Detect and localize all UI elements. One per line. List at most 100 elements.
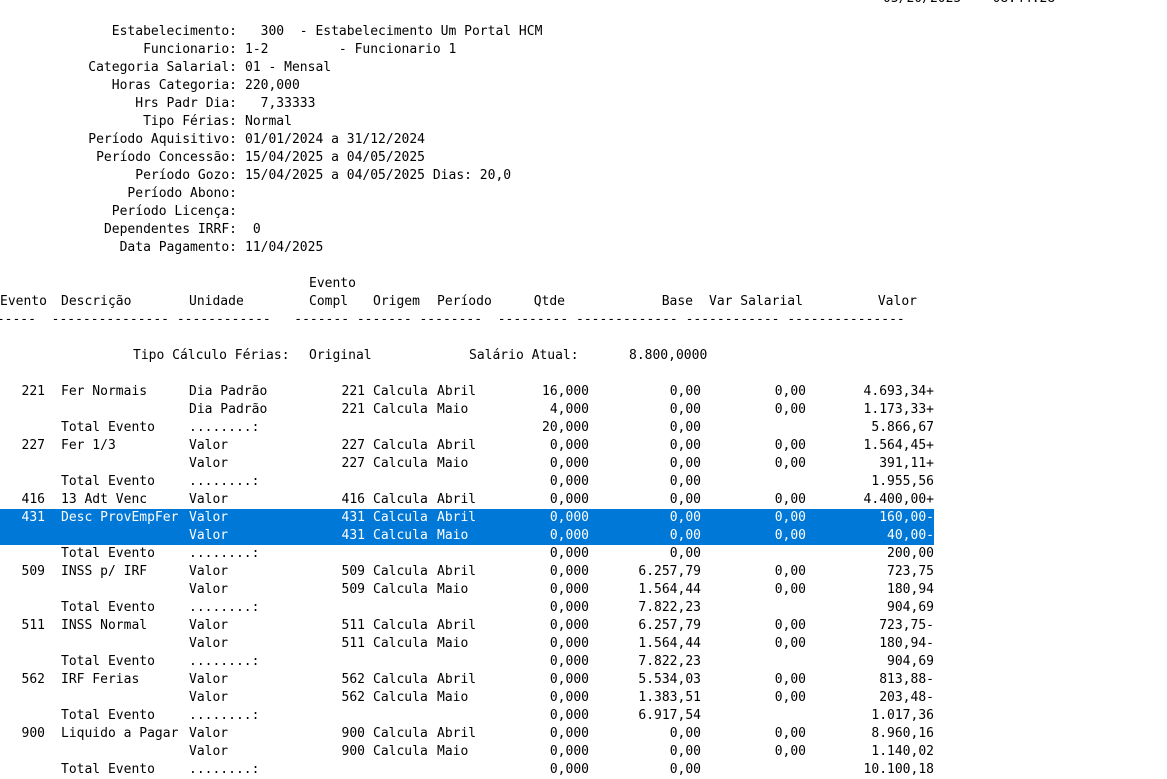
cell-base: 0,00 — [669, 474, 701, 489]
cell-unidade: Valor — [189, 636, 229, 651]
table-row[interactable]: Total Evento........: 0,000 0,00 200,00 — [0, 545, 934, 563]
table-row[interactable]: Total Evento........: 0,000 7.822,23 904,69 — [0, 653, 934, 671]
table-row[interactable]: Valor 227 Calcula Maio 0,000 0,00 0,00 391,11+ — [0, 455, 934, 473]
cell-qtde: 0,000 — [549, 492, 589, 507]
cell-qtde: 0,000 — [549, 636, 589, 651]
cell-qtde: 0,000 — [549, 582, 589, 597]
table-row[interactable]: 562 IRF Ferias Valor 562 Calcula Abril 0,000 5.… — [0, 671, 934, 689]
cell-unidade: ........: — [189, 762, 260, 777]
header-label: Período Licença: — [111, 204, 237, 219]
cell-descricao: Total Evento — [61, 420, 155, 435]
cell-qtde: 0,000 — [549, 726, 589, 741]
table-row[interactable]: Total Evento........: 20,000 0,00 5.866,67 — [0, 419, 934, 437]
cell-var-salarial: 0,00 — [774, 618, 806, 633]
table-row[interactable]: 511 INSS Normal Valor 511 Calcula Abril 0,000 6… — [0, 617, 934, 635]
cell-descricao: INSS p/ IRF — [61, 564, 148, 579]
cell-descricao: Total Evento — [61, 762, 155, 777]
cell-periodo: Maio — [437, 636, 469, 651]
table-row[interactable]: Total Evento........: 0,000 6.917,54 1.017,… — [0, 707, 934, 725]
col-valor: Valor — [877, 294, 917, 309]
cell-evento-compl: 221 — [341, 402, 365, 417]
cell-qtde: 0,000 — [549, 708, 589, 723]
header-value: 01 - Mensal — [245, 60, 332, 75]
cell-qtde: 0,000 — [549, 456, 589, 471]
cell-valor: 4.693,34+ — [863, 384, 934, 399]
table-row[interactable]: Valor 562 Calcula Maio 0,000 1.383,51 0,00 203,… — [0, 689, 934, 707]
cell-base: 0,00 — [669, 744, 701, 759]
tipo-calculo-label: Tipo Cálculo Férias: — [133, 348, 290, 363]
table-row[interactable]: 900 Liquido a Pagar Valor 900 Calcula Abril 0,… — [0, 725, 934, 743]
cell-unidade: Valor — [189, 690, 229, 705]
cell-origem: Calcula — [373, 672, 428, 687]
cell-qtde: 0,000 — [549, 672, 589, 687]
cell-unidade: Valor — [189, 456, 229, 471]
cell-base: 1.383,51 — [638, 690, 701, 705]
cell-descricao: Total Evento — [61, 654, 155, 669]
cell-unidade: Valor — [189, 528, 229, 543]
cell-var-salarial: 0,00 — [774, 438, 806, 453]
cell-var-salarial: 0,00 — [774, 636, 806, 651]
cell-unidade: Valor — [189, 438, 229, 453]
cell-var-salarial: 0,00 — [774, 582, 806, 597]
table-row[interactable]: 416 13 Adt Venc Valor 416 Calcula Abril 0,000 0… — [0, 491, 934, 509]
cell-valor: 160,00- — [879, 510, 934, 525]
cell-periodo: Abril — [437, 618, 477, 633]
cell-base: 1.564,44 — [638, 582, 701, 597]
table-row[interactable]: Valor 511 Calcula Maio 0,000 1.564,44 0,00 180,… — [0, 635, 934, 653]
cell-var-salarial: 0,00 — [774, 744, 806, 759]
table-row[interactable]: Total Evento........: 0,000 7.822,23 904,69 — [0, 599, 934, 617]
col-descricao: Descrição — [61, 294, 132, 309]
col-evento-compl-top: Evento — [309, 276, 356, 291]
col-evento-compl: Compl — [309, 294, 349, 309]
cell-origem: Calcula — [373, 582, 428, 597]
cell-unidade: Valor — [189, 672, 229, 687]
cell-unidade: ........: — [189, 708, 260, 723]
table-row[interactable]: 221 Fer Normais Dia Padrão 221 Calcula Abril 1… — [0, 383, 934, 401]
table-row[interactable]: 227 Fer 1/3 Valor 227 Calcula Abril 0,000 0,00 0… — [0, 437, 934, 455]
cell-valor: 1.173,33+ — [863, 402, 934, 417]
cell-base: 5.534,03 — [638, 672, 701, 687]
cell-evento-compl: 431 — [341, 510, 365, 525]
cell-valor: 1.955,56 — [871, 474, 934, 489]
table-row[interactable]: 431 Desc ProvEmpFer Valor 431 Calcula Abril 0,… — [0, 509, 934, 527]
header-value: 15/04/2025 a 04/05/2025 Dias: 20,0 — [245, 168, 512, 183]
table-row[interactable]: 509 INSS p/ IRF Valor 509 Calcula Abril 0,000 6… — [0, 563, 934, 581]
col-qtde: Qtde — [533, 294, 565, 309]
cell-var-salarial: 0,00 — [774, 510, 806, 525]
header-value: 0 — [245, 222, 261, 237]
table-row[interactable]: Valor 431 Calcula Maio 0,000 0,00 0,00 40,00- — [0, 527, 934, 545]
cell-origem: Calcula — [373, 726, 428, 741]
cell-evento-compl: 227 — [341, 438, 365, 453]
cell-valor: 904,69 — [887, 654, 934, 669]
cell-periodo: Maio — [437, 402, 469, 417]
cell-periodo: Maio — [437, 582, 469, 597]
table-row[interactable]: Valor 509 Calcula Maio 0,000 1.564,44 0,00 180,… — [0, 581, 934, 599]
table-row[interactable]: Valor 900 Calcula Maio 0,000 0,00 0,00 1.140,02 — [0, 743, 934, 761]
cell-base: 7.822,23 — [638, 654, 701, 669]
cell-unidade: ........: — [189, 474, 260, 489]
table-row[interactable]: Dia Padrão 221 Calcula Maio 4,000 0,00 0,00 1.1… — [0, 401, 934, 419]
cell-unidade: Valor — [189, 618, 229, 633]
cell-descricao: Fer Normais — [61, 384, 148, 399]
salario-atual-label: Salário Atual: — [469, 348, 579, 363]
cell-base: 0,00 — [669, 546, 701, 561]
cell-valor: 200,00 — [887, 546, 934, 561]
table-row[interactable]: Total Evento........: 0,000 0,00 1.955,56 — [0, 473, 934, 491]
cell-descricao: IRF Ferias — [61, 672, 140, 687]
table-row[interactable]: Total Evento........: 0,000 0,00 10.100,18 — [0, 761, 934, 779]
cell-qtde: 4,000 — [549, 402, 589, 417]
cell-evento: 221 — [21, 384, 45, 399]
cell-valor: 8.960,16 — [871, 726, 934, 741]
cell-unidade: Valor — [189, 726, 229, 741]
cell-qtde: 16,000 — [542, 384, 589, 399]
cell-qtde: 0,000 — [549, 564, 589, 579]
cell-periodo: Maio — [437, 456, 469, 471]
cell-periodo: Maio — [437, 744, 469, 759]
cell-evento: 900 — [21, 726, 45, 741]
col-var-salarial: Var Salarial — [709, 294, 803, 309]
cell-base: 0,00 — [669, 402, 701, 417]
cell-evento-compl: 562 — [341, 672, 365, 687]
cell-periodo: Maio — [437, 528, 469, 543]
cell-valor: 1.017,36 — [871, 708, 934, 723]
tipo-calculo-value: Original — [309, 348, 372, 363]
